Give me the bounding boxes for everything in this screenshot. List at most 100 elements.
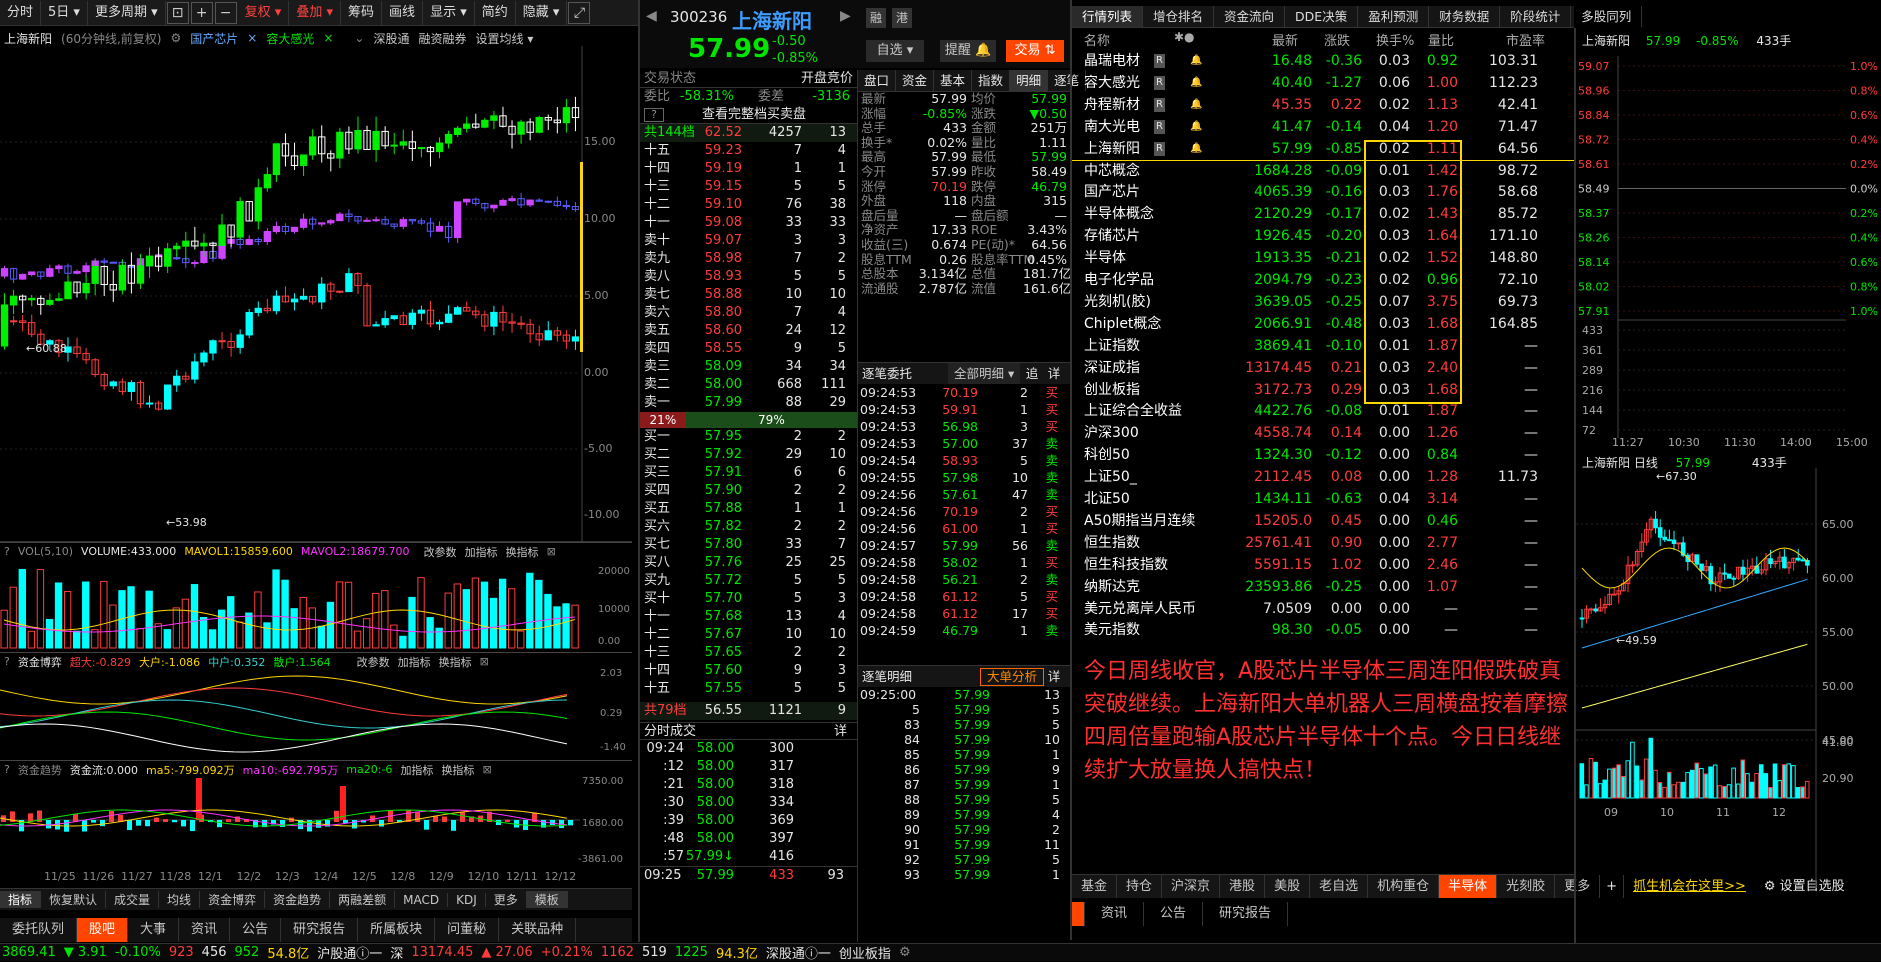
gear-icon[interactable]: ⚙ <box>899 945 911 960</box>
ask-row[interactable]: 卖九 58.98 7 2 <box>640 250 857 268</box>
ask-row[interactable]: 十一 59.08 33 33 <box>640 214 857 232</box>
filter-dropdown[interactable]: 全部明细 ▾ <box>948 363 1020 384</box>
add-indicator-button[interactable]: 加指标 <box>400 762 433 778</box>
table-row[interactable]: 纳斯达克 23593.86 -0.25 0.00 1.07 — <box>1072 576 1574 598</box>
hk-badge[interactable]: 港 <box>892 8 912 28</box>
tab-watch-机构重仓[interactable]: 机构重仓 <box>1368 875 1440 898</box>
tab-news[interactable]: 资讯 <box>179 918 231 942</box>
bid-row[interactable]: 十一 57.68 13 4 <box>640 608 857 626</box>
ma-settings-link[interactable]: 设置均线 ▾ <box>475 30 533 47</box>
edit-param-button[interactable]: 改参数 <box>357 654 390 670</box>
bid-row[interactable]: 十五 57.55 5 5 <box>640 680 857 698</box>
table-row[interactable]: 国产芯片 4065.39 -0.16 0.03 1.76 58.68 <box>1072 181 1574 203</box>
table-row[interactable]: 深证成指 13174.45 0.21 0.03 2.40— <box>1072 357 1574 379</box>
ask-row[interactable]: 卖四 58.55 9 5 <box>640 340 857 358</box>
close-icon[interactable]: × <box>247 31 257 45</box>
alert-button[interactable]: 提醒 🔔 <box>940 40 996 62</box>
tab-sector[interactable]: 所属板块 <box>358 918 436 942</box>
table-row[interactable]: 舟程新材 R 🔔 45.35 0.22 0.02 1.13 42.41 <box>1072 94 1574 116</box>
bid-row[interactable]: 十二 57.67 10 10 <box>640 626 857 644</box>
tab-watch-美股[interactable]: 美股 <box>1265 875 1311 898</box>
chevron-down-icon[interactable]: ⌄ <box>354 31 364 45</box>
overlay-tag-1[interactable]: 国产芯片 <box>190 30 238 47</box>
tab-fund-trend[interactable]: 资金趋势 <box>265 891 331 908</box>
ask-row[interactable]: 十二 59.10 76 38 <box>640 196 857 214</box>
table-row[interactable]: 美元兑离岸人民币 7.0509 0.00 0.00 — — <box>1072 598 1574 620</box>
tab-watch-光刻胶[interactable]: 光刻胶 <box>1497 875 1556 898</box>
ask-row[interactable]: 十五 59.23 7 4 <box>640 142 857 160</box>
tab-watch-半导体[interactable]: 半导体 <box>1439 875 1498 898</box>
table-row[interactable]: A50期指当月连续 15205.0 0.45 0.00 0.46 — <box>1072 510 1574 532</box>
table-row[interactable]: 半导体 1913.35 -0.21 0.02 1.52 148.80 <box>1072 247 1574 269</box>
close-icon[interactable]: × <box>323 31 333 45</box>
tab-indicator[interactable]: 指标 <box>0 891 42 908</box>
overlay-dropdown[interactable]: 叠加 ▾ <box>289 0 342 25</box>
tab-watch-老自选[interactable]: 老自选 <box>1310 875 1369 898</box>
table-row[interactable]: 中芯概念 1684.28 -0.09 0.01 1.42 98.72 <box>1072 160 1574 182</box>
tab-list-3[interactable]: DDE决策 <box>1285 6 1359 27</box>
table-row[interactable]: 恒生科技指数 5591.15 1.02 0.00 2.46 — <box>1072 554 1574 576</box>
tab-reset[interactable]: 恢复默认 <box>41 891 107 908</box>
table-row[interactable]: Chiplet概念 2066.91 -0.48 0.03 1.68 164.85 <box>1072 313 1574 335</box>
col-volratio[interactable]: 量比 <box>1428 30 1454 49</box>
tab-order-queue[interactable]: 委托队列 <box>0 918 78 942</box>
bell-icon[interactable]: 🔔 <box>1190 72 1202 94</box>
bid-row[interactable]: 买四 57.90 2 2 <box>640 482 857 500</box>
table-row[interactable]: 科创50 1324.30 -0.12 0.00 0.84 — <box>1072 444 1574 466</box>
tab-volume[interactable]: 成交量 <box>106 891 160 908</box>
tab-kdj[interactable]: KDJ <box>448 892 486 907</box>
tab-research[interactable]: 研究报告 <box>1203 902 1289 926</box>
change-indicator-button[interactable]: 换指标 <box>441 762 474 778</box>
tab-2[interactable]: 基本 <box>934 70 973 91</box>
table-row[interactable]: 上证综合全收益 4422.76 -0.08 0.01 1.87— <box>1072 400 1574 422</box>
col-change[interactable]: 涨跌 <box>1324 30 1350 49</box>
add-indicator-button[interactable]: 加指标 <box>465 544 498 560</box>
ask-row[interactable]: 卖二 58.00 668 111 <box>640 376 857 394</box>
table-row[interactable]: 北证50 1434.11 -0.63 0.04 3.14 — <box>1072 488 1574 510</box>
table-row[interactable]: 沪深300 4558.74 0.14 0.00 1.26 — <box>1072 422 1574 444</box>
ask-row[interactable]: 卖八 58.93 5 5 <box>640 268 857 286</box>
change-indicator-button[interactable]: 换指标 <box>439 654 472 670</box>
tab-ma[interactable]: 均线 <box>159 891 201 908</box>
tab-ask-secretary[interactable]: 问董秘 <box>435 918 500 942</box>
table-row[interactable]: 南大光电 R 🔔 41.47 -0.14 0.04 1.20 71.47 <box>1072 116 1574 138</box>
view-full-book-link[interactable]: 查看完整档买卖盘 <box>664 106 844 123</box>
chips-button[interactable]: 筹码 <box>341 0 383 25</box>
bid-row[interactable]: 买十 57.70 5 3 <box>640 590 857 608</box>
intraday-chart[interactable]: 59.07 1.0% 58.96 0.8% 58.84 0.6% 58.72 0.4% 58.6… <box>1576 48 1881 448</box>
daily-chart[interactable]: 65.0060.0055.0050.0045.0041.8020.9009 10 1… <box>1576 468 1881 908</box>
detail-button[interactable]: 详 <box>1044 363 1064 384</box>
minus-icon[interactable]: − <box>214 1 237 24</box>
hgt-link[interactable]: 沪股通ⓘ一 <box>317 943 382 962</box>
ask-row[interactable]: 十四 59.19 1 1 <box>640 160 857 178</box>
tab-list-5[interactable]: 财务数据 <box>1429 6 1501 27</box>
tab-watch-持仓[interactable]: 持仓 <box>1117 875 1163 898</box>
tab-watch-沪深京[interactable]: 沪深京 <box>1162 875 1221 898</box>
hide-button[interactable]: 隐藏 ▾ <box>516 0 568 25</box>
table-row[interactable]: 创业板指 3172.73 0.29 0.03 1.68— <box>1072 379 1574 401</box>
tab-macd[interactable]: MACD <box>395 892 449 907</box>
tab-list-0[interactable]: 行情列表 <box>1072 6 1144 27</box>
bell-icon[interactable]: 🔔 <box>1190 138 1202 160</box>
table-row[interactable]: 半导体概念 2120.29 -0.17 0.02 1.43 85.72 <box>1072 203 1574 225</box>
tab-list-6[interactable]: 阶段统计 <box>1500 6 1572 27</box>
ask-row[interactable]: 卖六 58.80 7 4 <box>640 304 857 322</box>
detail-button[interactable]: 详 <box>834 723 847 739</box>
margin-link[interactable]: 融资融券 <box>418 30 466 47</box>
tab-list-7[interactable]: 多股同列 <box>1571 6 1643 27</box>
ask-row[interactable]: 卖一 57.99 88 29 <box>640 394 857 412</box>
help-icon[interactable]: ? <box>644 108 664 122</box>
trade-button[interactable]: 交易 ⇅ <box>1006 40 1064 62</box>
ask-row[interactable]: 卖五 58.60 24 12 <box>640 322 857 340</box>
tab-5day[interactable]: 5日 ▾ <box>41 0 88 25</box>
tab-more[interactable]: 更多 <box>486 891 527 908</box>
ask-row[interactable]: 卖七 58.88 10 10 <box>640 286 857 304</box>
bell-icon[interactable]: 🔔 <box>1190 50 1202 72</box>
help-icon[interactable]: ? <box>4 655 10 668</box>
ask-row[interactable]: 卖三 58.09 34 34 <box>640 358 857 376</box>
tab-list-1[interactable]: 增仓排名 <box>1143 6 1215 27</box>
bid-row[interactable]: 买五 57.88 1 1 <box>640 500 857 518</box>
adjust-dropdown[interactable]: 复权 ▾ <box>238 0 290 25</box>
col-name[interactable]: 名称 <box>1084 30 1110 49</box>
display-dropdown[interactable]: 显示 ▾ <box>423 0 475 25</box>
